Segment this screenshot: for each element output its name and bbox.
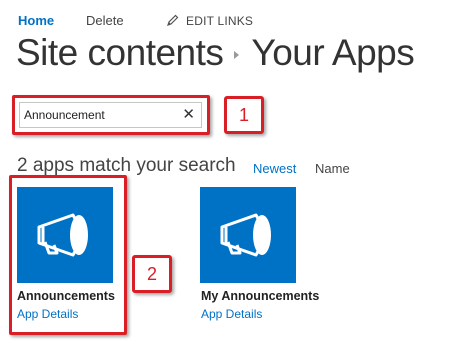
sort-newest-link[interactable]: Newest <box>253 161 296 176</box>
app-name[interactable]: My Announcements <box>201 289 319 303</box>
search-result-count: 2 apps match your search <box>17 155 236 176</box>
nav-home-link[interactable]: Home <box>18 13 54 28</box>
pencil-icon <box>167 14 179 29</box>
page-title: Site contents Your Apps <box>16 32 415 74</box>
annotation-callout-1: 1 <box>224 96 264 134</box>
annotation-frame-search <box>12 95 210 135</box>
annotation-frame-app <box>9 175 127 335</box>
annotation-callout-2: 2 <box>132 255 172 293</box>
breadcrumb-separator-icon <box>234 51 240 59</box>
edit-links-button[interactable]: EDIT LINKS <box>167 14 253 29</box>
nav-delete-link[interactable]: Delete <box>86 13 124 28</box>
app-tile-my-announcements[interactable] <box>200 187 296 283</box>
app-details-link[interactable]: App Details <box>201 307 262 321</box>
edit-links-label: EDIT LINKS <box>186 14 254 28</box>
sort-name-link[interactable]: Name <box>315 161 350 176</box>
breadcrumb-your-apps: Your Apps <box>251 32 415 73</box>
breadcrumb-site-contents[interactable]: Site contents <box>16 32 224 73</box>
megaphone-icon <box>220 213 271 257</box>
